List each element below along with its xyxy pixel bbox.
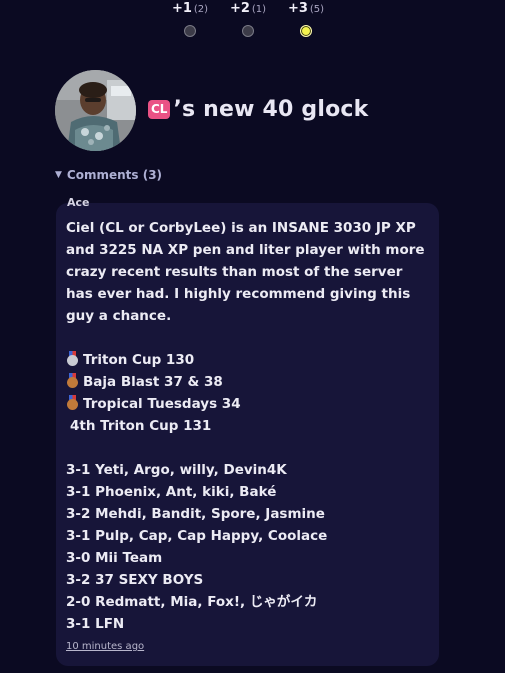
result-line: 3-2 Mehdi, Bandit, Spore, Jasmine [66, 506, 325, 522]
placement-line: Tropical Tuesdays 34 [66, 393, 426, 415]
vote-radio-selected[interactable] [300, 25, 312, 37]
comment-timestamp[interactable]: 10 minutes ago [66, 641, 144, 652]
post-header: CL ’s new 40 glock [55, 70, 368, 151]
result-line: 3-1 Phoenix, Ant, kiki, Baké [66, 484, 277, 500]
second-place-medal-icon [66, 351, 79, 366]
placement-line: Baja Blast 37 & 38 [66, 371, 426, 393]
result-line: 3-1 Pulp, Cap, Cap Happy, Coolace [66, 528, 328, 544]
post-title: CL ’s new 40 glock [148, 97, 368, 122]
post-title-text: ’s new 40 glock [173, 97, 369, 122]
result-line: 3-1 LFN [66, 616, 125, 632]
vote-count: (5) [309, 4, 325, 15]
placement-line: 4th Triton Cup 131 [70, 418, 212, 434]
placement-line: Triton Cup 130 [66, 349, 426, 371]
vote-option-plus2[interactable]: +2 (1) [226, 0, 270, 37]
vote-count: (1) [251, 4, 267, 15]
third-place-medal-icon [66, 395, 79, 410]
result-line: 2-0 Redmatt, Mia, Fox!, じゃがイカ [66, 594, 318, 610]
result-line: 3-2 37 SEXY BOYS [66, 572, 204, 588]
avatar-image [55, 70, 136, 151]
vote-radio[interactable] [242, 25, 254, 37]
comment-card: Ciel (CL or CorbyLee) is an INSANE 3030 … [56, 203, 439, 666]
vote-label: +3 [287, 1, 308, 16]
comments-toggle-label: Comments (3) [66, 168, 163, 182]
third-place-medal-icon [66, 373, 79, 388]
vote-label: +1 [171, 1, 192, 16]
avatar[interactable] [55, 70, 136, 151]
comment-intro: Ciel (CL or CorbyLee) is an INSANE 3030 … [66, 220, 425, 324]
comments-toggle[interactable]: ▼ Comments (3) [55, 168, 162, 182]
vote-label: +2 [229, 1, 250, 16]
comment-author[interactable]: Ace [67, 196, 90, 209]
vote-options: +1 (2) +2 (1) +3 (5) [168, 0, 328, 37]
vote-option-plus3[interactable]: +3 (5) [284, 0, 328, 37]
vote-option-plus1[interactable]: +1 (2) [168, 0, 212, 37]
result-line: 3-1 Yeti, Argo, willy, Devin4K [66, 462, 287, 478]
caret-down-icon: ▼ [55, 170, 62, 180]
page: +1 (2) +2 (1) +3 (5) CL ’s new 40 glock … [0, 0, 505, 673]
result-line: 3-0 Mii Team [66, 550, 163, 566]
comment-body: Ciel (CL or CorbyLee) is an INSANE 3030 … [66, 217, 426, 635]
vote-count: (2) [193, 4, 209, 15]
vote-radio[interactable] [184, 25, 196, 37]
cl-badge: CL [148, 100, 171, 119]
